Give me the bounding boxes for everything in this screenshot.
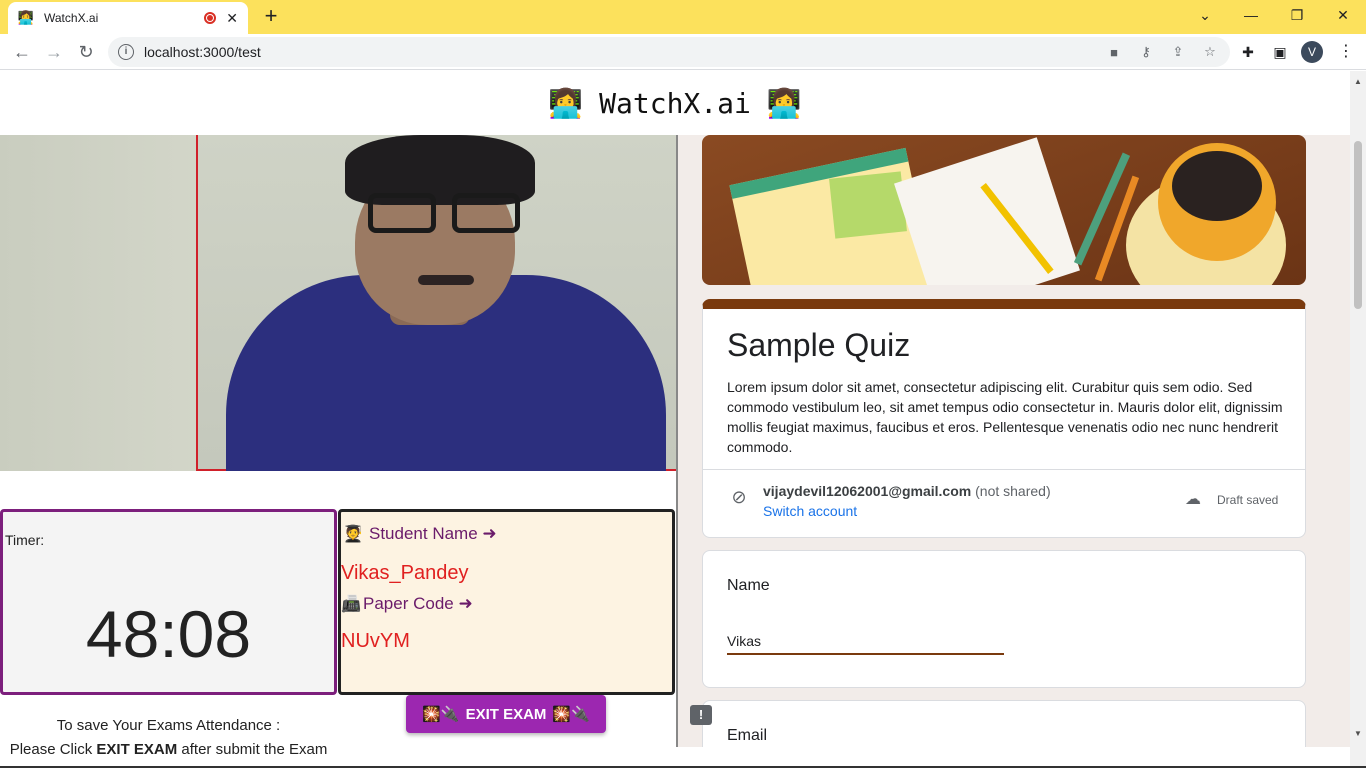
save-note-line1: To save Your Exams Attendance : bbox=[56, 717, 281, 734]
exit-decor-right-icon: 🎇🔌 bbox=[552, 706, 590, 723]
timer-label: Timer: bbox=[5, 532, 45, 548]
paper-code-label-row: 📠 Paper Code ➜ bbox=[341, 594, 473, 614]
timer-value: 48:08 bbox=[85, 597, 252, 671]
bookmark-star-icon[interactable]: ☆ bbox=[1198, 44, 1222, 60]
tab-favicon-icon: 👩‍💻 bbox=[17, 10, 35, 25]
google-form-pane: Sample Quiz Lorem ipsum dolor sit amet, … bbox=[678, 135, 1350, 747]
student-icon: 🧑‍🎓 bbox=[343, 526, 363, 543]
form-title-card: Sample Quiz Lorem ipsum dolor sit amet, … bbox=[702, 299, 1306, 538]
save-note-suffix: after submit the Exam bbox=[177, 741, 328, 758]
timer-panel: Timer: 48:08 bbox=[0, 509, 337, 695]
extensions-icon[interactable]: ✚ bbox=[1236, 40, 1260, 64]
close-tab-icon[interactable]: ✕ bbox=[226, 10, 238, 27]
fax-icon: 📠 bbox=[341, 596, 361, 613]
question-label-name: Name bbox=[727, 577, 770, 594]
address-bar[interactable]: i localhost:3000/test ■ ⚷ ⇪ ☆ bbox=[108, 37, 1230, 67]
page-content: 👩‍💻 WatchX.ai 👩‍💻 Timer: 48:08 🧑‍🎓 Stude… bbox=[0, 71, 1366, 768]
logo-emoji-left: 👩‍💻 bbox=[548, 87, 584, 119]
save-attendance-note: To save Your Exams Attendance : Please C… bbox=[0, 714, 337, 762]
form-title: Sample Quiz bbox=[727, 327, 911, 363]
recording-indicator-icon bbox=[204, 12, 217, 24]
student-info-panel: 🧑‍🎓 Student Name ➜ Vikas_Pandey 📠 Paper … bbox=[338, 509, 675, 695]
form-description: Lorem ipsum dolor sit amet, consectetur … bbox=[727, 379, 1283, 455]
scrollbar-thumb[interactable] bbox=[1354, 141, 1362, 309]
tab-title: WatchX.ai bbox=[44, 11, 99, 25]
page-scrollbar[interactable]: ▲ ▼ bbox=[1350, 71, 1366, 768]
name-input[interactable]: Vikas bbox=[727, 631, 1004, 655]
minimize-button[interactable]: — bbox=[1228, 0, 1274, 30]
exit-exam-label: EXIT EXAM bbox=[465, 705, 547, 723]
question-card-name: Name Vikas bbox=[702, 550, 1306, 688]
report-problem-icon[interactable]: ! bbox=[690, 705, 712, 725]
account-email-line: vijaydevil12062001@gmail.com (not shared… bbox=[763, 483, 1051, 499]
student-name-label-row: 🧑‍🎓 Student Name ➜ bbox=[341, 524, 497, 544]
form-header-image bbox=[702, 135, 1306, 285]
share-icon[interactable]: ⇪ bbox=[1166, 44, 1190, 60]
question-label-email: Email bbox=[727, 727, 768, 744]
exit-decor-left-icon: 🎇🔌 bbox=[422, 706, 460, 723]
browser-toolbar: ← → ↻ i localhost:3000/test ■ ⚷ ⇪ ☆ ✚ ▣ … bbox=[0, 34, 1366, 70]
switch-account-link[interactable]: Switch account bbox=[763, 503, 857, 519]
close-window-button[interactable]: ✕ bbox=[1320, 0, 1366, 30]
student-name-label: Student Name ➜ bbox=[369, 524, 497, 543]
restore-button[interactable]: ❐ bbox=[1274, 0, 1320, 30]
save-note-prefix: Please Click bbox=[9, 741, 97, 758]
logo-emoji-right: 👩‍💻 bbox=[766, 87, 802, 119]
browser-tab-bar: 👩‍💻 WatchX.ai ✕ + ⌄ — ❐ ✕ bbox=[0, 0, 1366, 34]
browser-menu-icon[interactable]: ⋮ bbox=[1334, 40, 1358, 64]
account-email: vijaydevil12062001@gmail.com bbox=[763, 483, 972, 499]
paper-code-value: NUvYM bbox=[341, 630, 410, 652]
tab-search-icon[interactable]: ⌄ bbox=[1182, 0, 1228, 30]
reload-button[interactable]: ↻ bbox=[72, 38, 100, 66]
exit-exam-button[interactable]: 🎇🔌 EXIT EXAM 🎇🔌 bbox=[406, 695, 606, 733]
forward-button[interactable]: → bbox=[40, 38, 68, 66]
key-icon[interactable]: ⚷ bbox=[1134, 44, 1158, 60]
profile-avatar[interactable]: V bbox=[1301, 41, 1323, 63]
cloud-done-icon: ☁ bbox=[1185, 491, 1201, 508]
paper-code-label: Paper Code ➜ bbox=[363, 594, 473, 613]
app-header: 👩‍💻 WatchX.ai 👩‍💻 bbox=[0, 71, 1350, 135]
webcam-feed bbox=[0, 135, 676, 471]
app-title: WatchX.ai bbox=[599, 86, 751, 120]
back-button[interactable]: ← bbox=[8, 38, 36, 66]
not-shared-note: (not shared) bbox=[975, 483, 1051, 499]
draft-status: Draft saved bbox=[1217, 493, 1279, 507]
visibility-off-icon: ⊘ bbox=[731, 487, 747, 507]
scroll-up-arrow-icon[interactable]: ▲ bbox=[1354, 77, 1362, 86]
question-card-email: Email bbox=[702, 700, 1306, 747]
site-info-icon[interactable]: i bbox=[118, 44, 134, 60]
student-name-value: Vikas_Pandey bbox=[341, 562, 469, 584]
url-text[interactable]: localhost:3000/test bbox=[144, 44, 1102, 60]
save-note-bold: EXIT EXAM bbox=[96, 741, 178, 758]
browser-tab[interactable]: 👩‍💻 WatchX.ai ✕ bbox=[8, 2, 248, 34]
new-tab-button[interactable]: + bbox=[258, 4, 284, 30]
side-panel-icon[interactable]: ▣ bbox=[1268, 40, 1292, 64]
scroll-down-arrow-icon[interactable]: ▼ bbox=[1354, 729, 1362, 738]
camera-icon[interactable]: ■ bbox=[1102, 45, 1126, 60]
